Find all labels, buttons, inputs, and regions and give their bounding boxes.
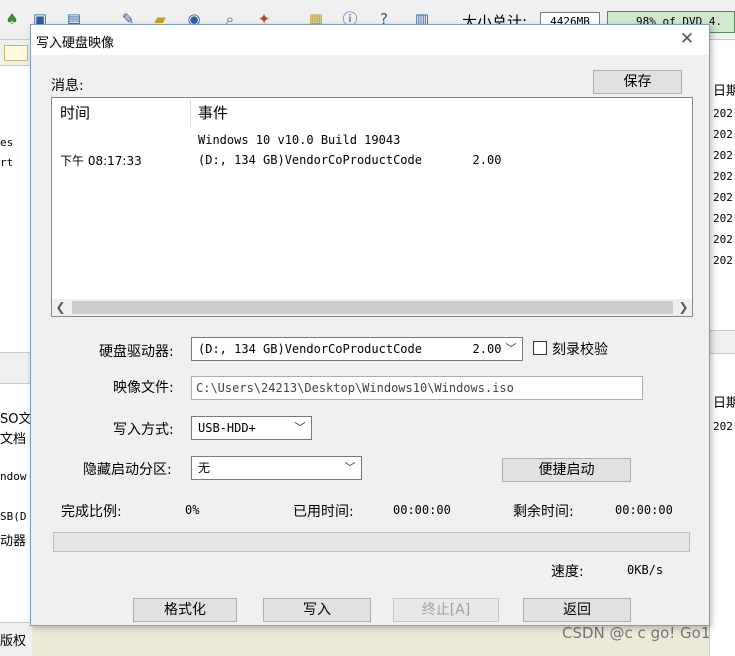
- convenient-boot-button[interactable]: 便捷启动: [502, 458, 631, 482]
- log-header-time[interactable]: 时间: [60, 98, 90, 128]
- speed-value: 0KB/s: [627, 563, 664, 577]
- scroll-left-icon[interactable]: ❮: [52, 299, 69, 316]
- log-header-event[interactable]: 事件: [198, 98, 228, 128]
- log-row-event: Windows 10 v10.0 Build 19043: [198, 133, 401, 147]
- bg-left-text: es: [0, 136, 14, 149]
- hidden-partition-label: 隐藏启动分区:: [83, 462, 172, 478]
- speed-label: 速度:: [551, 564, 584, 580]
- background-right-splitter: [710, 330, 735, 354]
- message-log[interactable]: 时间 事件 Windows 10 v10.0 Build 19043 下午 08…: [51, 97, 693, 317]
- bg-date-header: 日期: [713, 84, 735, 99]
- progress-value: 0%: [185, 503, 200, 517]
- remaining-value: 00:00:00: [615, 503, 673, 517]
- close-icon[interactable]: ✕: [677, 29, 697, 49]
- scroll-right-icon[interactable]: ❯: [675, 299, 692, 316]
- stop-button[interactable]: 终止[A]: [393, 598, 499, 622]
- bg-left-text: SB(D: [0, 510, 27, 523]
- image-path-input[interactable]: C:\Users\24213\Desktop\Windows10\Windows…: [191, 376, 643, 400]
- drive-label: 硬盘驱动器:: [99, 344, 174, 360]
- write-disk-image-dialog: 写入硬盘映像 ✕ 消息: 保存 时间 事件 Windows 10 v10.0 B…: [30, 24, 710, 626]
- bg-left-text: 版权: [0, 634, 27, 649]
- chevron-down-icon: ﹀: [505, 342, 517, 355]
- write-method-value: USB-HDD+: [198, 421, 256, 435]
- scroll-thumb[interactable]: [72, 301, 673, 314]
- dialog-titlebar[interactable]: 写入硬盘映像 ✕: [31, 25, 709, 55]
- dialog-title: 写入硬盘映像: [36, 36, 115, 51]
- bg-left-text: rt: [0, 156, 14, 169]
- bg-date-cell: 202: [713, 170, 733, 183]
- remaining-label: 剩余时间:: [513, 504, 574, 520]
- write-method-label: 写入方式:: [113, 422, 174, 438]
- hidden-partition-select[interactable]: 无 ﹀: [191, 456, 362, 480]
- background-left-top: [0, 40, 32, 66]
- messages-label: 消息:: [51, 78, 84, 94]
- background-left-bottom: 版权: [0, 622, 32, 656]
- log-horizontal-scrollbar[interactable]: ❮ ❯: [52, 299, 692, 316]
- log-row-event: (D:, 134 GB)VendorCoProductCode 2.00: [198, 153, 502, 167]
- chevron-down-icon: ﹀: [294, 421, 306, 434]
- bg-date-cell: 202: [713, 107, 733, 120]
- log-header-divider[interactable]: [190, 100, 191, 126]
- bg-date-header: 日期: [713, 396, 735, 411]
- back-button[interactable]: 返回: [523, 598, 631, 622]
- image-file-label: 映像文件:: [113, 380, 174, 396]
- progress-label: 完成比例:: [61, 504, 122, 520]
- bg-date-cell: 202: [713, 191, 733, 204]
- verify-checkbox[interactable]: [533, 341, 547, 355]
- save-button[interactable]: 保存: [593, 70, 682, 94]
- bg-date-cell: 202: [713, 254, 733, 267]
- background-left-field[interactable]: [4, 45, 28, 61]
- bg-date-cell: 202: [713, 149, 733, 162]
- write-method-select[interactable]: USB-HDD+ ﹀: [191, 416, 312, 440]
- background-right-panel: 日期 202 202 202 202 202 202 202 202 日期 20…: [709, 40, 735, 656]
- csdn-watermark: CSDN @c c go! Go1: [562, 624, 711, 642]
- elapsed-value: 00:00:00: [393, 503, 451, 517]
- background-left-panel: es rt SO文 文档 ndow SB(D 动器 版权: [0, 40, 32, 656]
- bg-date-cell: 202: [713, 212, 733, 225]
- chevron-down-icon: ﹀: [344, 461, 356, 474]
- write-button[interactable]: 写入: [263, 598, 371, 622]
- bg-left-text: ndow: [0, 470, 27, 483]
- format-button[interactable]: 格式化: [133, 598, 237, 622]
- verify-label[interactable]: 刻录校验: [552, 339, 608, 359]
- toolbar-app-icon[interactable]: ♠: [2, 9, 22, 29]
- hidden-partition-value: 无: [198, 461, 211, 475]
- log-row-time: 下午 08:17:33: [60, 154, 142, 168]
- bg-left-text: 动器: [0, 534, 27, 549]
- bg-date-cell: 202: [713, 128, 733, 141]
- bg-date-cell: 202: [713, 420, 733, 433]
- bg-date-cell: 202: [713, 233, 733, 246]
- background-left-splitter: [0, 352, 32, 384]
- drive-select[interactable]: (D:, 134 GB)VendorCoProductCode 2.00 ﹀: [191, 337, 523, 361]
- drive-select-value: (D:, 134 GB)VendorCoProductCode 2.00: [198, 342, 502, 356]
- write-progress-bar: [53, 532, 690, 552]
- bg-left-text: SO文: [0, 412, 32, 427]
- bg-left-text: 文档: [0, 432, 27, 447]
- elapsed-label: 已用时间:: [293, 504, 354, 520]
